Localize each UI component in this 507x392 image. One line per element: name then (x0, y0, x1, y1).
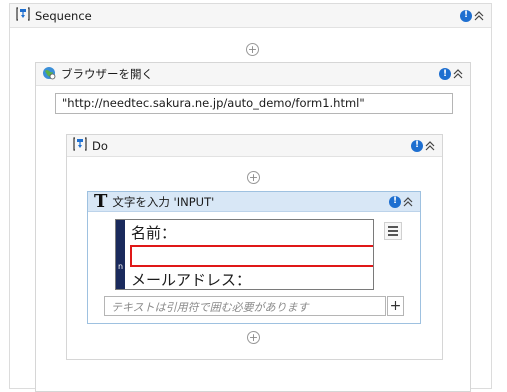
sequence-title: Sequence (35, 8, 92, 23)
preview-side-bar (116, 220, 125, 289)
add-activity-button[interactable]: + (246, 43, 259, 56)
type-into-header[interactable]: T 文字を入力 'INPUT' ! (88, 192, 420, 212)
warning-icon[interactable]: ! (460, 9, 472, 22)
warning-icon[interactable]: ! (411, 139, 423, 152)
browser-globe-icon (42, 66, 56, 83)
text-input[interactable]: テキストは引用符で囲む必要があります (104, 296, 386, 316)
open-browser-header[interactable]: ブラウザーを開く ! (36, 63, 470, 86)
type-into-activity[interactable]: T 文字を入力 'INPUT' ! n 名前： メールアドレス： テキストは引用… (87, 191, 421, 324)
do-title: Do (92, 138, 108, 153)
url-input[interactable]: "http://needtec.sakura.ne.jp/auto_demo/f… (55, 93, 453, 114)
do-header[interactable]: Do ! (67, 135, 442, 157)
add-activity-button[interactable]: + (247, 171, 260, 184)
preview-side-letter: n (117, 262, 124, 271)
sequence-header[interactable]: Sequence ! (10, 4, 491, 28)
preview-email-label: メールアドレス： (131, 271, 252, 289)
add-variable-button[interactable]: + (387, 296, 404, 316)
sequence-icon (16, 7, 30, 24)
collapse-icon[interactable] (402, 196, 414, 208)
warning-icon[interactable]: ! (439, 68, 451, 80)
target-element-preview[interactable]: n 名前： メールアドレス： (115, 219, 374, 290)
sequence-icon (73, 137, 87, 154)
preview-name-label: 名前： (131, 224, 177, 242)
type-into-icon: T (94, 190, 108, 212)
type-into-title: 文字を入力 'INPUT' (112, 194, 215, 209)
warning-icon[interactable]: ! (389, 195, 401, 208)
add-activity-button[interactable]: + (247, 331, 260, 344)
collapse-icon[interactable] (424, 140, 436, 152)
collapse-icon[interactable] (473, 10, 485, 22)
open-browser-activity[interactable]: ブラウザーを開く ! "http://needtec.sakura.ne.jp/… (35, 62, 471, 392)
preview-highlighted-field (130, 245, 373, 267)
do-activity[interactable]: Do ! + T 文字を入力 'INPUT' ! n 名前： メールアドレス： … (66, 134, 443, 360)
sequence-activity[interactable]: Sequence ! + ブラウザーを開く ! "http://needtec.… (9, 3, 492, 392)
hamburger-menu-icon[interactable] (384, 222, 402, 240)
collapse-icon[interactable] (452, 68, 464, 80)
open-browser-title: ブラウザーを開く (61, 67, 153, 81)
